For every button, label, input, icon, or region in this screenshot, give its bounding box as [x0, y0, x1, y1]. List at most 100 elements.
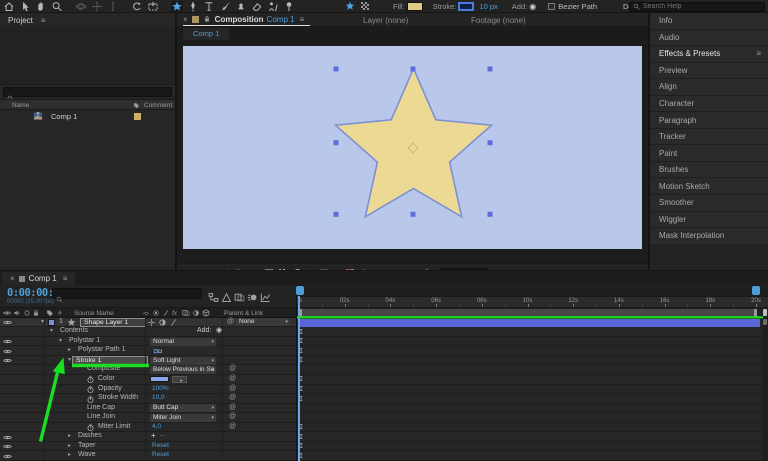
property-name[interactable]: Miter Limit: [98, 423, 130, 432]
solo-column-icon[interactable]: [23, 309, 31, 317]
pick-whip-icon[interactable]: @: [229, 404, 236, 413]
half-circle-switch-icon[interactable]: [158, 318, 167, 327]
add-shape-property-icon[interactable]: ◉: [529, 2, 536, 11]
expander-icon[interactable]: ▾: [59, 337, 62, 346]
track-row-stroke-width[interactable]: I: [297, 394, 762, 404]
property-group-name[interactable]: Contents: [60, 327, 88, 336]
shape-path-direction-icons[interactable]: [150, 347, 166, 356]
eye-toggle-icon[interactable]: [3, 433, 12, 442]
remove-dash-button[interactable]: −: [160, 432, 165, 441]
eye-toggle-icon[interactable]: [3, 318, 12, 327]
pick-whip-icon[interactable]: @: [229, 385, 236, 394]
pick-whip-icon[interactable]: @: [229, 375, 236, 384]
expander-icon[interactable]: ▸: [68, 432, 71, 441]
layer-duration-bar[interactable]: [299, 319, 760, 326]
rotation-tool-icon[interactable]: [131, 1, 143, 12]
value-text[interactable]: Reset: [152, 442, 169, 451]
quality-switch-icon[interactable]: [162, 309, 170, 317]
dolly-camera-tool-icon[interactable]: [107, 1, 119, 12]
track-row-polystar-1[interactable]: I: [297, 337, 762, 347]
stroke-color-swatch[interactable]: [458, 2, 474, 11]
name-column-header[interactable]: Name: [12, 102, 29, 109]
panel-item-character[interactable]: Character: [650, 96, 768, 113]
expander-icon[interactable]: ▸: [68, 451, 71, 460]
property-name[interactable]: Opacity: [98, 385, 122, 394]
3d-layer-switch-icon[interactable]: [202, 309, 210, 317]
help-search-box[interactable]: [629, 2, 765, 12]
panel-item-paragraph[interactable]: Paragraph: [650, 112, 768, 129]
tool-creates-shape-icon[interactable]: [345, 1, 355, 11]
eye-toggle-icon[interactable]: [3, 356, 12, 365]
pick-whip-icon[interactable]: @: [229, 413, 236, 422]
motion-blur-icon[interactable]: [247, 290, 258, 301]
tool-creates-mask-icon[interactable]: [360, 1, 370, 11]
panel-menu-icon[interactable]: ≡: [300, 15, 305, 24]
track-row-polystar-path-1[interactable]: I: [297, 346, 762, 356]
fx-switch-icon[interactable]: fx: [172, 310, 177, 317]
project-item-name[interactable]: Comp 1: [51, 112, 77, 121]
work-area-bar[interactable]: [299, 309, 757, 317]
property-group-name[interactable]: Taper: [78, 442, 96, 451]
project-search-input[interactable]: [14, 85, 134, 100]
orbit-camera-tool-icon[interactable]: [75, 1, 87, 12]
brush-tool-icon[interactable]: [219, 1, 231, 12]
track-row-line-join[interactable]: [297, 413, 762, 423]
value-dropdown[interactable]: Normal▾: [150, 338, 216, 346]
type-tool-icon[interactable]: [203, 1, 215, 12]
layer-tab[interactable]: Layer (none): [363, 16, 408, 25]
panel-item-smoother[interactable]: Smoother: [650, 195, 768, 212]
value-dropdown[interactable]: Miter Join▾: [150, 414, 216, 422]
eye-toggle-icon[interactable]: [3, 452, 12, 461]
panel-item-wiggler[interactable]: Wiggler: [650, 212, 768, 229]
stopwatch-icon[interactable]: [86, 423, 95, 432]
panel-item-info[interactable]: Info: [650, 13, 768, 30]
color-swatch[interactable]: [150, 376, 169, 382]
panel-item-motion-sketch[interactable]: Motion Sketch: [650, 178, 768, 195]
pan-camera-tool-icon[interactable]: [91, 1, 103, 12]
frame-blending-icon[interactable]: [234, 290, 245, 301]
eye-column-icon[interactable]: [3, 309, 11, 317]
motion-blur-switch-icon[interactable]: [192, 309, 200, 317]
label-color-chip[interactable]: [134, 113, 141, 120]
property-group-name[interactable]: Dashes: [78, 432, 102, 441]
parent-link-column[interactable]: Parent & Link: [224, 310, 263, 317]
scrollbar-thumb[interactable]: [763, 309, 767, 316]
property-group-name[interactable]: Polystar Path 1: [78, 346, 125, 355]
track-row-color[interactable]: I: [297, 375, 762, 385]
footage-tab[interactable]: Footage (none): [471, 16, 526, 25]
property-name[interactable]: Line Cap: [87, 404, 115, 413]
pick-whip-icon[interactable]: @: [229, 394, 236, 403]
property-name[interactable]: Composite: [87, 365, 120, 374]
panel-item-effects-presets[interactable]: Effects & Presets≡: [650, 46, 768, 63]
panel-item-paint[interactable]: Paint: [650, 145, 768, 162]
track-row-composite[interactable]: [297, 365, 762, 375]
track-row-shape-layer-1[interactable]: [297, 318, 762, 328]
timeline-search-box[interactable]: [52, 288, 202, 299]
close-icon[interactable]: ×: [10, 274, 15, 283]
frame-blend-switch-icon[interactable]: [182, 309, 190, 317]
track-row-line-cap[interactable]: [297, 404, 762, 414]
time-ruler[interactable]: 0s02s04s06s08s10s12s14s16s18s20s: [297, 296, 768, 307]
slash-switch-icon[interactable]: [169, 318, 178, 327]
layer-number-column[interactable]: #: [58, 310, 62, 317]
expander-icon[interactable]: ▾: [68, 356, 71, 365]
stopwatch-icon[interactable]: [86, 395, 95, 404]
lock-icon[interactable]: [203, 15, 211, 23]
eye-toggle-icon[interactable]: [3, 337, 12, 346]
audio-column-icon[interactable]: [13, 309, 21, 317]
property-group-name[interactable]: Wave: [78, 451, 96, 460]
project-item-row[interactable]: Comp 1: [0, 110, 175, 122]
panel-item-tracker[interactable]: Tracker: [650, 129, 768, 146]
layer-label-chip[interactable]: [48, 319, 55, 326]
timeline-comp-tab[interactable]: × Comp 1 ≡: [2, 272, 75, 285]
clone-stamp-tool-icon[interactable]: [235, 1, 247, 12]
track-row-wave[interactable]: I: [297, 451, 762, 461]
value-text[interactable]: 10,0: [152, 394, 165, 403]
selection-tool-icon[interactable]: [19, 1, 31, 12]
expander-icon[interactable]: ▾: [50, 327, 53, 336]
roto-brush-tool-icon[interactable]: [267, 1, 279, 12]
navigator-end-grip[interactable]: [752, 286, 760, 295]
puppet-pin-tool-icon[interactable]: [283, 1, 295, 12]
track-row-miter-limit[interactable]: I: [297, 423, 762, 433]
value-dropdown[interactable]: Butt Cap▾: [150, 404, 216, 412]
